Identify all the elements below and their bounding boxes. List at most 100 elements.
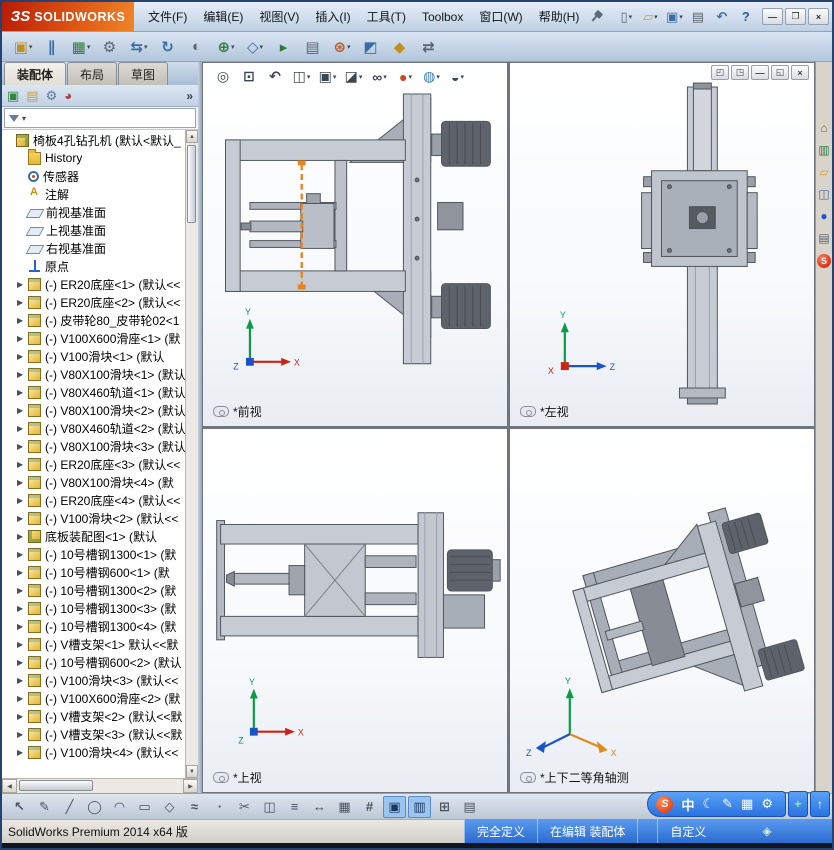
expand-arrow-icon[interactable]: ▶ xyxy=(17,640,28,649)
expand-arrow-icon[interactable]: ▶ xyxy=(17,622,28,631)
circle-icon[interactable]: ◯ xyxy=(83,796,106,818)
undo-icon[interactable]: ↶ xyxy=(711,6,733,28)
filter-funnel-icon[interactable] xyxy=(9,114,19,122)
external-references-icon[interactable]: ⇄ xyxy=(416,34,442,59)
property-manager-tab-icon[interactable]: ▤ xyxy=(26,88,38,104)
print-icon[interactable]: ▤ xyxy=(687,6,709,28)
point-icon[interactable]: ∙ xyxy=(208,796,231,818)
expand-arrow-icon[interactable]: ▶ xyxy=(17,424,28,433)
tree-item[interactable]: ▶ (-) V100X600滑座<2> (默 xyxy=(2,689,185,707)
expand-arrow-icon[interactable]: ▶ xyxy=(17,514,28,523)
expand-arrow-icon[interactable]: ▶ xyxy=(17,388,28,397)
appearances-icon[interactable]: ● xyxy=(820,210,827,222)
horizontal-scroll-thumb[interactable] xyxy=(19,780,93,791)
dimension-icon[interactable]: ↔ xyxy=(308,796,331,818)
pattern-icon[interactable]: ▦ xyxy=(333,796,356,818)
mirror-icon[interactable]: ◫ xyxy=(258,796,281,818)
tree-item[interactable]: 前视基准面 xyxy=(2,203,185,221)
tree-item[interactable]: ▶ (-) ER20底座<2> (默认<< xyxy=(2,293,185,311)
filter-caret-icon[interactable]: ▾ xyxy=(22,114,26,123)
arc-icon[interactable]: ◠ xyxy=(108,796,131,818)
expand-arrow-icon[interactable]: ▶ xyxy=(17,298,28,307)
tree-item[interactable]: ▶ (-) ER20底座<1> (默认<< xyxy=(2,275,185,293)
expand-arrow-icon[interactable]: ▶ xyxy=(17,604,28,613)
menu-item[interactable]: 插入(I) xyxy=(307,5,358,28)
scroll-right-icon[interactable]: ▶ xyxy=(183,779,198,793)
tree-item[interactable]: History xyxy=(2,148,185,167)
tree-item[interactable]: ▶ (-) V100滑块<3> (默认<< xyxy=(2,671,185,689)
scroll-down-icon[interactable]: ▼ xyxy=(186,765,198,778)
expand-arrow-icon[interactable]: ▶ xyxy=(17,532,28,541)
tree-item[interactable]: ▶ (-) V80X100滑块<4> (默 xyxy=(2,473,185,491)
custom-properties-icon[interactable]: ▤ xyxy=(818,232,829,244)
view-orientation-icon[interactable]: ▣ ▾ xyxy=(316,65,339,88)
trim-icon[interactable]: ✂ xyxy=(233,796,256,818)
expand-arrow-icon[interactable]: ▶ xyxy=(17,280,28,289)
zoom-area-icon[interactable]: ⊡ xyxy=(238,65,261,88)
tree-vertical-scrollbar[interactable]: ▲ ▼ xyxy=(185,130,198,778)
viewport-left[interactable]: Y Z X *左视 xyxy=(510,63,814,426)
viewport-front[interactable]: Y X Z *前视 xyxy=(203,63,507,426)
edit-appearance-icon[interactable]: ● ▾ xyxy=(394,65,417,88)
panel-overflow-button[interactable]: » xyxy=(186,89,193,103)
configuration-manager-tab-icon[interactable]: ⚙ xyxy=(46,88,58,104)
tree-item[interactable]: ▶ (-) 10号槽钢600<2> (默认 xyxy=(2,653,185,671)
shaded-view-icon[interactable]: ▥ xyxy=(408,795,431,818)
restore-button[interactable]: ❐ xyxy=(785,8,806,25)
tree-item[interactable]: ▶ (-) V100X600滑座<1> (默 xyxy=(2,329,185,347)
tree-horizontal-scrollbar[interactable]: ◀ ▶ xyxy=(2,778,198,793)
tree-item[interactable]: ▶ (-) V槽支架<3> (默认<<默 xyxy=(2,725,185,743)
new-document-icon[interactable]: ▯ ▾ xyxy=(615,6,637,28)
menu-item[interactable]: 编辑(E) xyxy=(195,5,251,28)
normal-to-icon[interactable]: ▣ xyxy=(383,795,406,818)
ime-pen-icon[interactable]: ✎ xyxy=(722,796,733,812)
vertical-scroll-thumb[interactable] xyxy=(187,145,196,223)
expand-arrow-icon[interactable]: ▶ xyxy=(17,316,28,325)
menu-item[interactable]: 窗口(W) xyxy=(471,5,530,28)
tree-item[interactable]: ▶ (-) V80X100滑块<3> (默认 xyxy=(2,437,185,455)
command-tab[interactable]: 布局 xyxy=(67,62,118,85)
tree-item[interactable]: ▶ (-) V80X100滑块<1> (默认 xyxy=(2,365,185,383)
tree-item[interactable]: ▶ (-) V80X460轨道<1> (默认 xyxy=(2,383,185,401)
ime-mode-label[interactable]: 中 xyxy=(681,795,694,814)
menu-item[interactable]: Toolbox xyxy=(414,7,471,27)
smart-fasteners-icon[interactable]: ⚙ xyxy=(97,34,123,59)
expand-arrow-icon[interactable]: ▶ xyxy=(17,658,28,667)
expand-arrow-icon[interactable]: ▶ xyxy=(17,568,28,577)
command-tab[interactable]: 装配体 xyxy=(4,62,67,85)
expand-arrow-icon[interactable]: ▶ xyxy=(17,586,28,595)
save-icon[interactable]: ▣ ▾ xyxy=(663,6,685,28)
tree-item[interactable]: 上视基准面 xyxy=(2,221,185,239)
viewport-isometric[interactable]: Y X Z *上下二等角轴测 xyxy=(510,429,814,792)
tree-item[interactable]: ▶ 底板装配图<1> (默认 xyxy=(2,527,185,545)
tree-item[interactable]: ▶ (-) V80X460轨道<2> (默认 xyxy=(2,419,185,437)
viewport-layout-single-icon[interactable]: ◰ xyxy=(711,65,729,80)
filter-input[interactable] xyxy=(29,111,195,125)
tree-item[interactable]: ▶ (-) 10号槽钢1300<3> (默 xyxy=(2,599,185,617)
tree-item[interactable]: 注解 xyxy=(2,185,185,203)
reference-geometry-icon[interactable]: ◇ ▾ xyxy=(242,34,268,59)
tree-item[interactable]: ▶ (-) V100滑块<4> (默认<< xyxy=(2,743,185,761)
doc-close-icon[interactable]: × xyxy=(791,65,809,80)
status-custom[interactable]: 自定义 xyxy=(657,819,718,843)
expand-arrow-icon[interactable]: ▶ xyxy=(17,730,28,739)
expand-arrow-icon[interactable]: ▶ xyxy=(17,352,28,361)
grid-icon[interactable]: ⊞ xyxy=(433,796,456,818)
tree-item[interactable]: ▶ (-) 10号槽钢600<1> (默 xyxy=(2,563,185,581)
ime-up-icon[interactable]: ↑ xyxy=(810,791,830,817)
expand-arrow-icon[interactable]: ▶ xyxy=(17,334,28,343)
zoom-fit-icon[interactable]: ◎ xyxy=(212,65,235,88)
display-style-icon[interactable]: ◪ ▾ xyxy=(342,65,365,88)
tree-item[interactable]: ▶ (-) V槽支架<1> 默认<<默 xyxy=(2,635,185,653)
resources-home-icon[interactable]: ⌂ xyxy=(820,122,827,134)
hide-show-items-icon[interactable]: ∞ ▾ xyxy=(368,65,391,88)
motion-study-icon[interactable]: ▸ xyxy=(271,34,297,59)
expand-arrow-icon[interactable]: ▶ xyxy=(17,370,28,379)
assembly-features-icon[interactable]: ⊕ ▾ xyxy=(213,34,239,59)
close-button[interactable]: × xyxy=(808,8,829,25)
expand-arrow-icon[interactable]: ▶ xyxy=(17,550,28,559)
tree-item[interactable]: ▶ (-) 10号槽钢1300<2> (默 xyxy=(2,581,185,599)
expand-arrow-icon[interactable]: ▶ xyxy=(17,712,28,721)
expand-arrow-icon[interactable]: ▶ xyxy=(17,748,28,757)
doc-restore-icon[interactable]: ◱ xyxy=(771,65,789,80)
